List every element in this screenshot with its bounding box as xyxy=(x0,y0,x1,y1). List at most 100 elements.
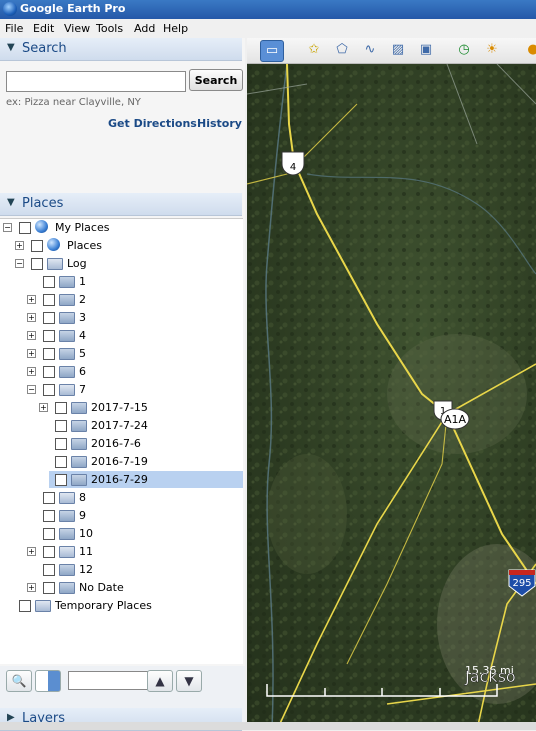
tree-item-label: 11 xyxy=(79,545,93,558)
places-toolbar: 🔍 ▲ ▼ ▶ Layers xyxy=(0,666,245,731)
expand-icon[interactable]: + xyxy=(27,331,36,340)
places-panel-header[interactable]: ▼ Places xyxy=(0,193,242,216)
tree-item-temporary-places[interactable]: Temporary Places xyxy=(0,597,243,614)
satellite-imagery[interactable]: 4 1 A1A 295 15.36 mi Jackso xyxy=(247,64,536,730)
checkbox[interactable] xyxy=(43,384,55,396)
checkbox[interactable] xyxy=(43,312,55,324)
folder-icon xyxy=(59,528,75,540)
checkbox[interactable] xyxy=(31,240,43,252)
expand-icon[interactable]: + xyxy=(27,313,36,322)
tree-item-folder-12[interactable]: 12 xyxy=(0,561,243,578)
menu-file[interactable]: File xyxy=(5,22,23,35)
search-places-icon[interactable]: 🔍 xyxy=(6,670,32,692)
search-panel-title: Search xyxy=(22,41,67,56)
collapse-icon[interactable]: − xyxy=(27,385,36,394)
tree-item-2016-7-6[interactable]: 2016-7-6 xyxy=(0,435,243,452)
history-link[interactable]: History xyxy=(197,117,242,130)
tree-item-log[interactable]: − Log xyxy=(0,255,243,272)
checkbox[interactable] xyxy=(55,420,67,432)
checkbox[interactable] xyxy=(43,348,55,360)
checkbox[interactable] xyxy=(55,402,67,414)
historical-imagery-icon[interactable]: ◷ xyxy=(453,40,475,60)
checkbox[interactable] xyxy=(31,258,43,270)
collapse-triangle-icon[interactable]: ▼ xyxy=(7,42,15,53)
expand-icon[interactable]: + xyxy=(15,241,24,250)
checkbox[interactable] xyxy=(43,294,55,306)
checkbox[interactable] xyxy=(43,546,55,558)
checkbox[interactable] xyxy=(55,456,67,468)
folder-icon xyxy=(59,348,75,360)
split-view-icon[interactable] xyxy=(35,670,61,692)
tree-item-folder-6[interactable]: + 6 xyxy=(0,363,243,380)
expand-icon[interactable]: + xyxy=(27,295,36,304)
filter-input[interactable] xyxy=(68,671,148,690)
checkbox[interactable] xyxy=(43,330,55,342)
menu-view[interactable]: View xyxy=(64,22,90,35)
tree-item-label: 5 xyxy=(79,347,86,360)
menu-help[interactable]: Help xyxy=(163,22,188,35)
checkbox[interactable] xyxy=(43,492,55,504)
folder-icon xyxy=(59,510,75,522)
checkbox[interactable] xyxy=(55,474,67,486)
checkbox[interactable] xyxy=(43,564,55,576)
planets-icon[interactable]: ● xyxy=(522,40,536,60)
route-label-4: 4 xyxy=(290,162,296,173)
expand-icon[interactable]: + xyxy=(27,367,36,376)
map-view[interactable]: 4 1 A1A 295 15.36 mi Jackso xyxy=(247,64,536,730)
tree-item-folder-3[interactable]: + 3 xyxy=(0,309,243,326)
menu-tools[interactable]: Tools xyxy=(96,22,123,35)
tree-item-folder-1[interactable]: 1 xyxy=(0,273,243,290)
add-polygon-icon[interactable]: ⬠ xyxy=(331,40,353,60)
globe-icon xyxy=(35,220,48,233)
expand-icon[interactable]: + xyxy=(27,349,36,358)
search-panel-header[interactable]: ▼ Search xyxy=(0,38,242,61)
tree-item-folder-8[interactable]: 8 xyxy=(0,489,243,506)
tree-item-folder-10[interactable]: 10 xyxy=(0,525,243,542)
checkbox[interactable] xyxy=(19,222,31,234)
tree-item-folder-4[interactable]: + 4 xyxy=(0,327,243,344)
expand-icon[interactable]: + xyxy=(27,547,36,556)
move-down-icon[interactable]: ▼ xyxy=(176,670,202,692)
tree-item-2017-7-15[interactable]: + 2017-7-15 xyxy=(0,399,243,416)
tree-item-folder-5[interactable]: + 5 xyxy=(0,345,243,362)
sunlight-icon[interactable]: ☀ xyxy=(481,40,503,60)
checkbox[interactable] xyxy=(43,528,55,540)
search-button[interactable]: Search xyxy=(189,69,243,91)
collapse-icon[interactable]: − xyxy=(3,223,12,232)
tree-item-folder-9[interactable]: 9 xyxy=(0,507,243,524)
record-tour-icon[interactable]: ▣ xyxy=(415,40,437,60)
tree-item-label: 2017-7-15 xyxy=(91,401,148,414)
tree-item-2017-7-24[interactable]: 2017-7-24 xyxy=(0,417,243,434)
checkbox[interactable] xyxy=(19,600,31,612)
collapse-icon[interactable]: − xyxy=(15,259,24,268)
folder-icon xyxy=(71,474,87,486)
tree-item-folder-7[interactable]: − 7 xyxy=(0,381,243,398)
tree-item-folder-2[interactable]: + 2 xyxy=(0,291,243,308)
move-up-icon[interactable]: ▲ xyxy=(147,670,173,692)
tree-item-label: 8 xyxy=(79,491,86,504)
get-directions-link[interactable]: Get Directions xyxy=(108,117,197,130)
add-path-icon[interactable]: ∿ xyxy=(359,40,381,60)
tree-item-no-date[interactable]: + No Date xyxy=(0,579,243,596)
checkbox[interactable] xyxy=(43,582,55,594)
image-overlay-icon[interactable]: ▨ xyxy=(387,40,409,60)
menu-add[interactable]: Add xyxy=(134,22,155,35)
expand-icon[interactable]: + xyxy=(39,403,48,412)
tree-item-folder-11[interactable]: + 11 xyxy=(0,543,243,560)
checkbox[interactable] xyxy=(43,276,55,288)
tree-item-2016-7-29[interactable]: 2016-7-29 xyxy=(49,471,243,488)
checkbox[interactable] xyxy=(43,510,55,522)
search-input[interactable] xyxy=(6,71,186,92)
tree-item-label: 1 xyxy=(79,275,86,288)
expand-icon[interactable]: + xyxy=(27,583,36,592)
add-placemark-icon[interactable]: ✩ xyxy=(303,40,325,60)
tree-item-my-places[interactable]: − My Places xyxy=(0,219,243,236)
menu-edit[interactable]: Edit xyxy=(33,22,54,35)
sidebar-toggle-icon[interactable]: ▭ xyxy=(260,40,284,62)
tree-item-label: 2016-7-29 xyxy=(91,473,148,486)
tree-item-2016-7-19[interactable]: 2016-7-19 xyxy=(0,453,243,470)
checkbox[interactable] xyxy=(55,438,67,450)
tree-item-places[interactable]: + Places xyxy=(0,237,243,254)
collapse-triangle-icon[interactable]: ▼ xyxy=(7,197,15,208)
checkbox[interactable] xyxy=(43,366,55,378)
